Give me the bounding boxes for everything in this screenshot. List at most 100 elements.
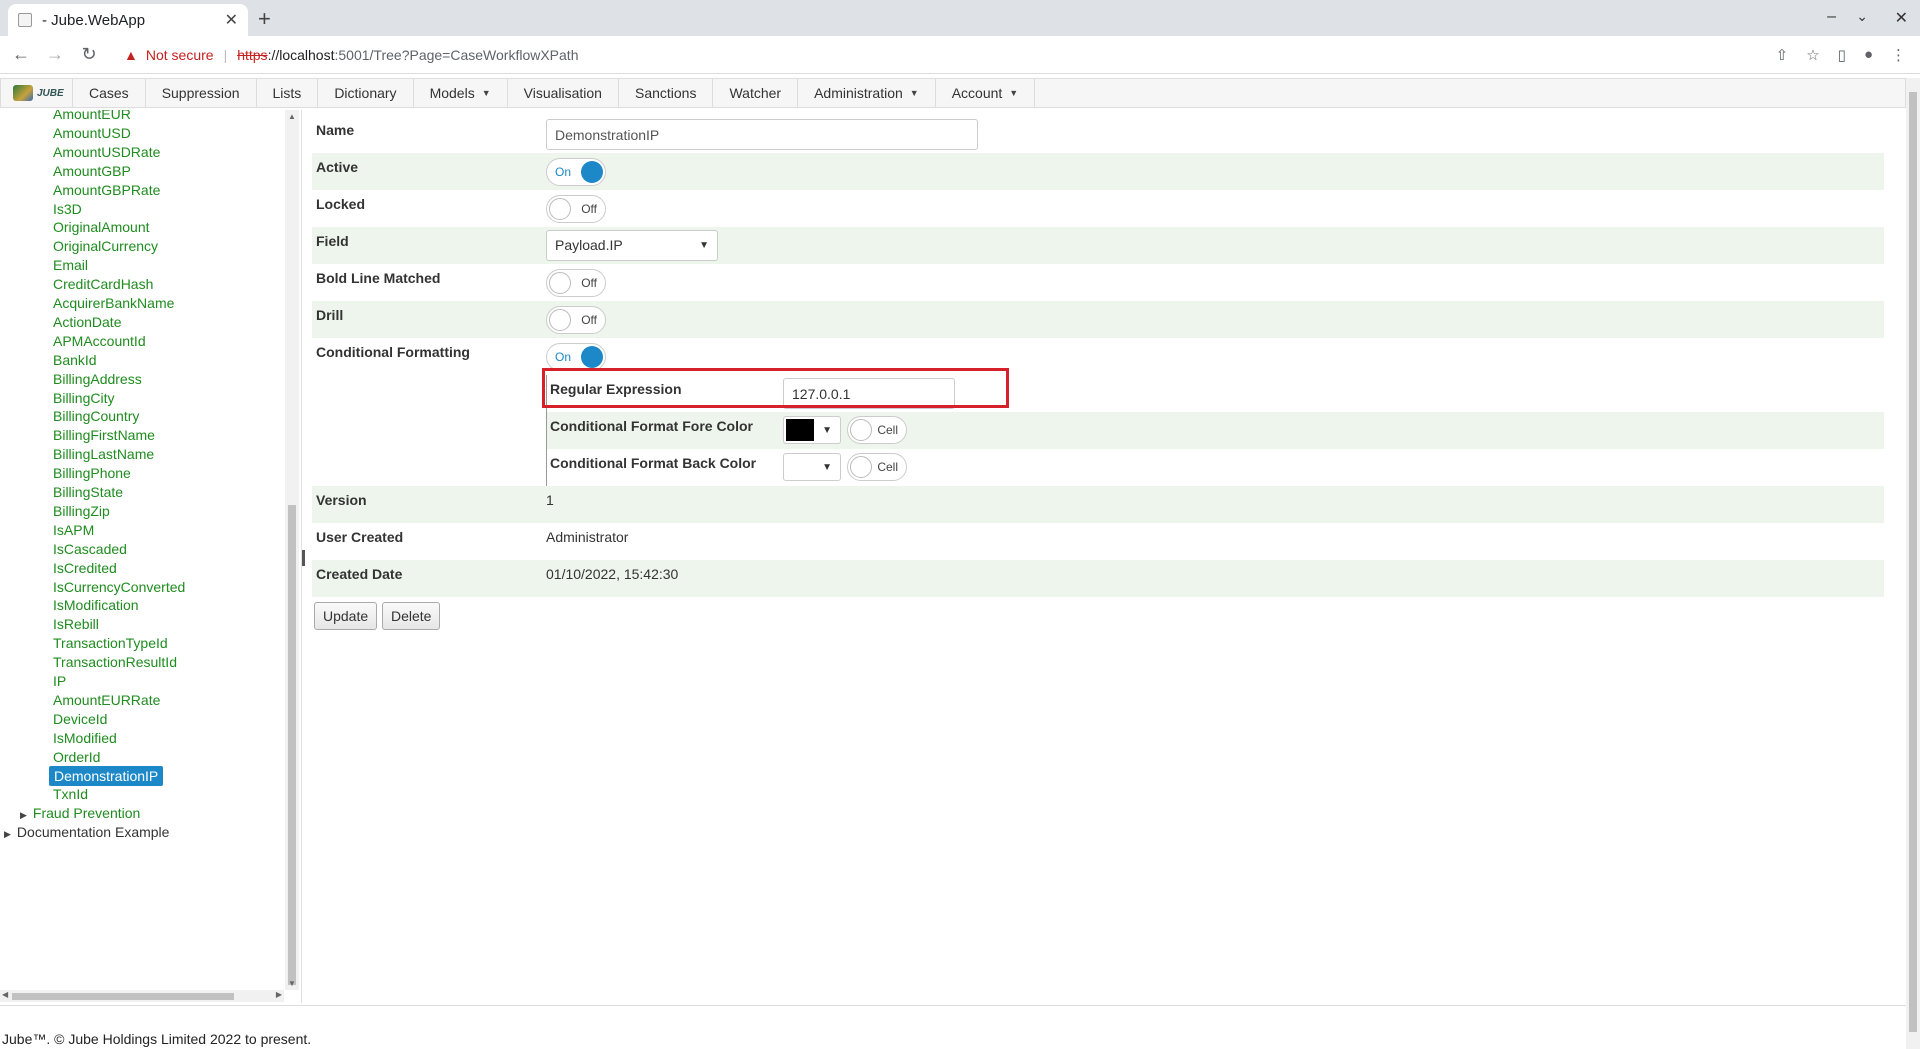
bold-toggle[interactable]: Off <box>546 269 606 297</box>
menu-item-label: Administration <box>814 85 903 101</box>
tree-node[interactable]: BillingLastName <box>53 444 154 464</box>
tree-node[interactable]: IP <box>53 671 66 691</box>
locked-toggle[interactable]: Off <box>546 195 606 223</box>
scroll-up-icon[interactable]: ▲ <box>288 112 296 121</box>
profile-icon[interactable]: ● <box>1864 46 1873 64</box>
fore-color-picker[interactable]: ▼ <box>783 416 841 444</box>
tree-node[interactable]: BillingCity <box>53 388 114 408</box>
page-scroll-thumb[interactable] <box>1909 92 1917 1032</box>
expand-arrow-icon[interactable]: ▶ <box>20 810 27 820</box>
tree-node[interactable]: Is3D <box>53 199 82 219</box>
tree-group[interactable]: ▶ Documentation Example <box>4 822 169 842</box>
scroll-right-icon[interactable]: ▶ <box>276 990 282 999</box>
fore-cell-toggle[interactable]: Cell <box>847 416 907 444</box>
back-icon[interactable]: ← <box>8 44 34 65</box>
tab-search-icon[interactable]: ⌄ <box>1856 8 1868 25</box>
tree-node[interactable]: OriginalCurrency <box>53 236 158 256</box>
tree-node[interactable]: TransactionTypeId <box>53 633 168 653</box>
menu-item-models[interactable]: Models ▼ <box>414 79 508 107</box>
tree-node[interactable]: BillingZip <box>53 501 110 521</box>
tree-node[interactable]: IsCredited <box>53 558 117 578</box>
tree-scroll-thumb[interactable] <box>288 505 296 985</box>
tree-node[interactable]: BillingAddress <box>53 369 142 389</box>
delete-button[interactable]: Delete <box>382 602 441 630</box>
back-color-picker[interactable]: ▼ <box>783 453 841 481</box>
back-cell-toggle[interactable]: Cell <box>847 453 907 481</box>
tree-node[interactable]: IsRebill <box>53 614 99 634</box>
browser-tab[interactable]: - Jube.WebApp ✕ <box>8 4 248 36</box>
update-button[interactable]: Update <box>314 602 378 630</box>
tree-node[interactable]: BillingPhone <box>53 463 131 483</box>
pane-splitter[interactable] <box>301 110 307 1003</box>
tree-node[interactable]: IsCascaded <box>53 539 127 559</box>
tree-node[interactable]: IsCurrencyConverted <box>53 577 185 597</box>
expand-arrow-icon[interactable]: ▶ <box>4 829 11 839</box>
scroll-down-icon[interactable]: ▼ <box>288 979 296 988</box>
locked-state: Off <box>581 202 597 216</box>
new-tab-icon[interactable]: + <box>258 6 271 32</box>
window-close-icon[interactable]: ✕ <box>1895 8 1908 28</box>
tree-node[interactable]: AmountGBP <box>53 161 131 181</box>
tree-node[interactable]: AcquirerBankName <box>53 293 174 313</box>
tree-group[interactable]: ▶ Fraud Prevention <box>20 803 140 823</box>
tree-horizontal-scrollbar[interactable]: ◀ ▶ <box>0 990 284 1002</box>
bookmark-star-icon[interactable]: ☆ <box>1806 46 1819 64</box>
field-select[interactable]: Payload.IP ▼ <box>546 230 718 261</box>
tree-node[interactable]: CreditCardHash <box>53 274 153 294</box>
browser-menu-icon[interactable]: ⋮ <box>1891 46 1906 64</box>
minimize-icon[interactable]: – <box>1827 8 1836 26</box>
side-panel-icon[interactable]: ▯ <box>1838 46 1846 64</box>
tree-node[interactable]: TxnId <box>53 784 88 804</box>
tree-node[interactable]: OriginalAmount <box>53 217 150 237</box>
menu-item-account[interactable]: Account ▼ <box>936 79 1036 107</box>
tree-node[interactable]: AmountEUR <box>53 110 131 124</box>
fore-color-swatch <box>786 419 814 441</box>
menu-item-cases[interactable]: Cases <box>73 79 146 107</box>
tree-node[interactable]: BillingFirstName <box>53 425 155 445</box>
menu-item-suppression[interactable]: Suppression <box>146 79 257 107</box>
tree-node[interactable]: IsAPM <box>53 520 94 540</box>
tree-node[interactable]: DeviceId <box>53 709 107 729</box>
close-tab-icon[interactable]: ✕ <box>225 10 238 30</box>
tree-hscroll-thumb[interactable] <box>12 993 234 1000</box>
tree-node[interactable]: AmountUSD <box>53 123 131 143</box>
splitter-grip[interactable] <box>302 550 305 566</box>
menu-item-visualisation[interactable]: Visualisation <box>508 79 619 107</box>
menu-item-administration[interactable]: Administration ▼ <box>798 79 936 107</box>
reload-icon[interactable]: ↻ <box>76 44 102 65</box>
drill-state: Off <box>581 313 597 327</box>
tree-node[interactable]: AmountGBPRate <box>53 180 160 200</box>
tree-node[interactable]: TransactionResultId <box>53 652 177 672</box>
menu-item-dictionary[interactable]: Dictionary <box>318 79 414 107</box>
tree-node[interactable]: Email <box>53 255 88 275</box>
tree-node[interactable]: APMAccountId <box>53 331 146 351</box>
tree-node[interactable]: BillingState <box>53 482 123 502</box>
active-toggle[interactable]: On <box>546 158 606 186</box>
tree-node[interactable]: BankId <box>53 350 97 370</box>
menu-item-sanctions[interactable]: Sanctions <box>619 79 714 107</box>
menu-item-lists[interactable]: Lists <box>257 79 319 107</box>
menu-item-label: Account <box>951 85 1003 101</box>
address-bar[interactable]: ▲ Not secure | https ://localhost :5001/… <box>124 47 578 63</box>
tree-vertical-scrollbar[interactable]: ▲ ▼ <box>285 110 299 990</box>
cf-toggle[interactable]: On <box>546 343 606 371</box>
jube-logo[interactable]: JUBE <box>1 79 73 107</box>
tree-node[interactable]: AmountEURRate <box>53 690 160 710</box>
name-input[interactable] <box>546 119 978 150</box>
menu-item-watcher[interactable]: Watcher <box>713 79 799 107</box>
scroll-left-icon[interactable]: ◀ <box>2 990 8 999</box>
caret-down-icon: ▼ <box>1009 88 1019 98</box>
tree-node[interactable]: ActionDate <box>53 312 121 332</box>
tree-node[interactable]: IsModification <box>53 595 139 615</box>
drill-toggle[interactable]: Off <box>546 306 606 334</box>
tree-node[interactable]: BillingCountry <box>53 406 139 426</box>
tree-node[interactable]: AmountUSDRate <box>53 142 160 162</box>
tree-node[interactable]: IsModified <box>53 728 117 748</box>
tree-node[interactable]: OrderId <box>53 747 100 767</box>
dropdown-arrow-icon: ▼ <box>822 462 832 473</box>
page-vertical-scrollbar[interactable] <box>1906 78 1920 1049</box>
menu-item-label: Models <box>429 85 475 101</box>
tree-node-selected[interactable]: DemonstrationIP <box>49 765 164 786</box>
share-icon[interactable]: ⇧ <box>1776 46 1789 64</box>
forward-icon[interactable]: → <box>42 44 68 65</box>
